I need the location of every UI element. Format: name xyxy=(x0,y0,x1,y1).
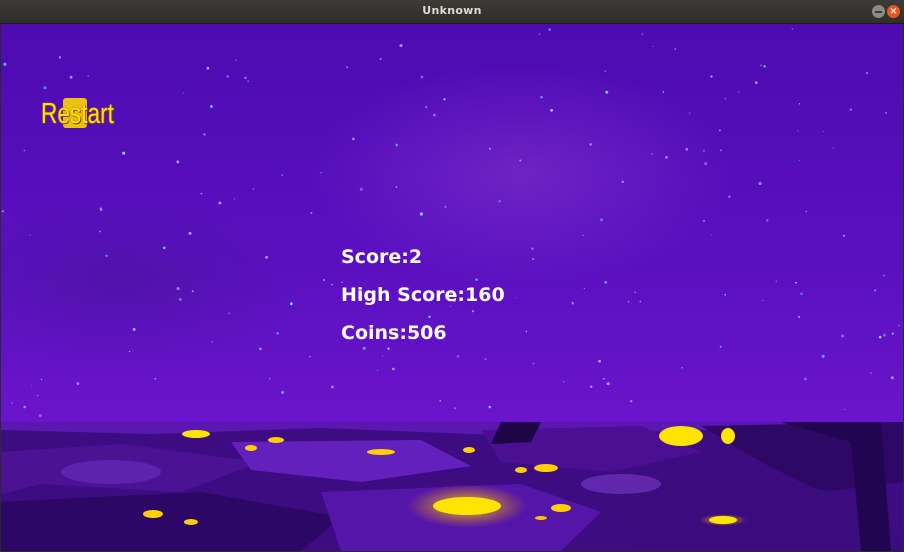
coins-text: Coins:506 xyxy=(341,322,447,344)
minimize-button[interactable] xyxy=(872,5,885,18)
score-text: Score:2 xyxy=(341,246,423,268)
app-window: Unknown × Restart Score:2 High Score:160… xyxy=(0,0,904,552)
high-score-text: High Score:160 xyxy=(341,284,505,306)
starfield xyxy=(1,27,900,417)
restart-button[interactable]: Restart xyxy=(41,97,114,131)
title-bar[interactable]: Unknown × xyxy=(0,0,904,24)
lava-ground xyxy=(1,422,903,551)
close-button[interactable]: × xyxy=(887,5,900,18)
window-title: Unknown xyxy=(422,4,482,17)
game-canvas[interactable]: Restart Score:2 High Score:160 Coins:506 xyxy=(1,24,903,551)
